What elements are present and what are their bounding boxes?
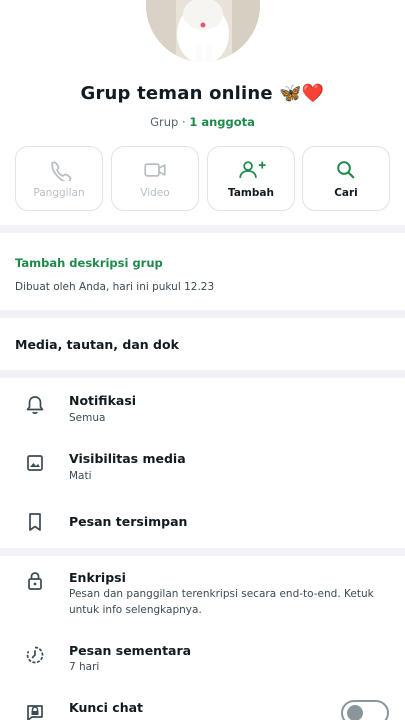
call-label: Panggilan <box>33 187 85 199</box>
group-type: Grup <box>150 115 179 129</box>
timer-icon <box>26 646 44 664</box>
section-divider <box>0 310 405 318</box>
media-links-docs-row[interactable]: Media, tautan, dan dok <box>15 337 179 352</box>
media-visibility-value: Mati <box>69 470 92 482</box>
media-visibility-row[interactable]: Visibilitas media Mati <box>0 448 405 492</box>
add-person-icon <box>239 161 266 178</box>
section-divider <box>0 225 405 233</box>
disappearing-messages-value: 7 hari <box>69 661 100 673</box>
add-member-button[interactable]: Tambah <box>207 146 295 211</box>
group-meta: Grup · 1 anggota <box>0 115 405 129</box>
chat-lock-icon <box>27 705 43 720</box>
bookmark-icon <box>29 513 41 531</box>
search-icon <box>337 161 355 179</box>
search-label: Cari <box>334 187 358 199</box>
video-camera-icon <box>144 163 166 177</box>
encryption-row[interactable]: Enkripsi Pesan dan panggilan terenkripsi… <box>0 568 405 624</box>
section-divider <box>0 548 405 556</box>
meta-separator: · <box>182 115 186 129</box>
media-visibility-title: Visibilitas media <box>69 451 186 466</box>
search-button[interactable]: Cari <box>302 146 390 211</box>
call-button[interactable]: Panggilan <box>15 146 103 211</box>
created-info: Dibuat oleh Anda, hari ini pukul 12.23 <box>15 281 215 293</box>
action-buttons: Panggilan Video Tambah Cari <box>15 146 390 211</box>
chat-lock-title: Kunci chat <box>69 700 144 715</box>
phone-icon <box>51 161 72 181</box>
saved-messages-row[interactable]: Pesan tersimpan <box>0 508 405 538</box>
notifications-row[interactable]: Notifikasi Semua <box>0 390 405 434</box>
encryption-description: Pesan dan panggilan terenkripsi secara e… <box>69 588 374 616</box>
lock-icon <box>28 572 42 590</box>
notifications-value: Semua <box>69 412 106 424</box>
disappearing-messages-row[interactable]: Pesan sementara 7 hari <box>0 641 405 685</box>
group-name[interactable]: Grup teman online 🦋❤️ <box>0 83 405 104</box>
bell-icon <box>26 396 44 414</box>
image-icon <box>27 455 43 471</box>
section-divider <box>0 370 405 378</box>
add-description-link[interactable]: Tambah deskripsi grup <box>15 256 163 270</box>
disappearing-messages-title: Pesan sementara <box>69 643 192 658</box>
member-count[interactable]: 1 anggota <box>189 115 255 129</box>
notifications-title: Notifikasi <box>69 393 137 408</box>
toggle-knob <box>347 705 363 720</box>
group-avatar[interactable] <box>146 0 260 62</box>
add-member-label: Tambah <box>228 187 274 199</box>
video-label: Video <box>140 187 170 199</box>
encryption-title: Enkripsi <box>69 570 126 585</box>
saved-messages-title: Pesan tersimpan <box>69 514 188 529</box>
video-button[interactable]: Video <box>111 146 199 211</box>
chat-lock-toggle[interactable] <box>341 700 389 720</box>
